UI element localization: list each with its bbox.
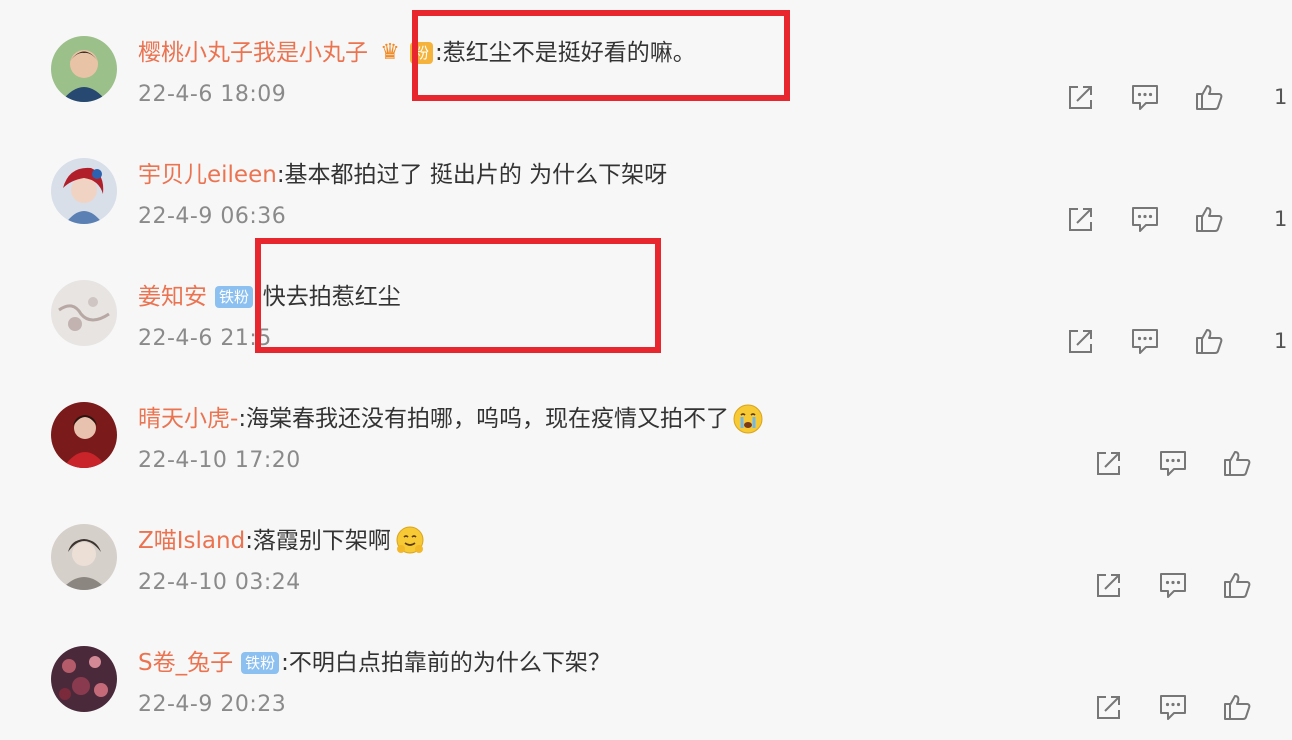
username-link[interactable]: 宇贝儿eileen <box>138 158 277 192</box>
username-link[interactable]: S卷_兔子 <box>138 646 233 680</box>
comment-time: 22-4-6 21:5 <box>138 326 272 351</box>
share-icon[interactable] <box>1066 82 1096 112</box>
like-button[interactable]: 1 <box>1194 326 1287 356</box>
like-count: 1 <box>1274 329 1288 353</box>
comment-line: 晴天小虎- :海棠春我还没有拍哪，呜呜，现在疫情又拍不了 <box>138 402 763 436</box>
comment-actions: 1 <box>1066 204 1287 234</box>
comment-text: :海棠春我还没有拍哪，呜呜，现在疫情又拍不了 <box>238 406 730 432</box>
like-count: 1 <box>1274 85 1288 109</box>
username-link[interactable]: 姜知安 <box>138 280 207 314</box>
comment-actions: 1 <box>1066 326 1287 356</box>
highlight-box <box>255 238 661 353</box>
comment-icon[interactable] <box>1158 448 1188 478</box>
thumbs-up-icon[interactable] <box>1194 204 1224 234</box>
username-link[interactable]: 晴天小虎- <box>138 402 238 436</box>
like-button[interactable]: 1 <box>1194 82 1287 112</box>
crown-icon: ♛ <box>380 40 400 65</box>
avatar[interactable] <box>51 524 117 590</box>
comment-icon[interactable] <box>1130 82 1160 112</box>
like-count: 1 <box>1274 207 1288 231</box>
share-icon[interactable] <box>1066 326 1096 356</box>
comment-item: Z喵Island :落霞别下架啊 22-4-10 03:24 <box>0 488 1292 610</box>
share-icon[interactable] <box>1094 570 1124 600</box>
comment-time: 22-4-10 03:24 <box>138 570 301 595</box>
comment-icon[interactable] <box>1130 326 1160 356</box>
hug-emoji-icon <box>396 526 424 554</box>
comment-actions: 1 <box>1066 82 1287 112</box>
like-button[interactable]: 1 <box>1194 204 1287 234</box>
comment-icon[interactable] <box>1130 204 1160 234</box>
fan-badge: 铁粉 <box>241 652 280 674</box>
comment-actions <box>1094 448 1252 478</box>
avatar[interactable] <box>51 158 117 224</box>
comment-line: Z喵Island :落霞别下架啊 <box>138 524 425 558</box>
comment-icon[interactable] <box>1158 692 1188 722</box>
share-icon[interactable] <box>1094 448 1124 478</box>
comment-item: S卷_兔子 铁粉 :不明白点拍靠前的为什么下架？ 22-4-9 20:23 <box>0 610 1292 732</box>
comment-text: :不明白点拍靠前的为什么下架？ <box>281 650 611 676</box>
highlight-box <box>412 10 790 101</box>
comment-time: 22-4-6 18:09 <box>138 82 287 107</box>
username-link[interactable]: Z喵Island <box>138 524 245 558</box>
thumbs-up-icon[interactable] <box>1194 326 1224 356</box>
username-link[interactable]: 樱桃小丸子我是小丸子 <box>138 36 368 70</box>
share-icon[interactable] <box>1094 692 1124 722</box>
comment-actions <box>1094 692 1252 722</box>
avatar[interactable] <box>51 646 117 712</box>
comment-line: 宇贝儿eileen :基本都拍过了 挺出片的 为什么下架呀 <box>138 158 667 192</box>
comment-line: S卷_兔子 铁粉 :不明白点拍靠前的为什么下架？ <box>138 646 611 680</box>
thumbs-up-icon[interactable] <box>1222 570 1252 600</box>
avatar[interactable] <box>51 402 117 468</box>
share-icon[interactable] <box>1066 204 1096 234</box>
thumbs-up-icon[interactable] <box>1222 448 1252 478</box>
avatar[interactable] <box>51 36 117 102</box>
comment-text: :落霞别下架啊 <box>245 528 391 554</box>
comment-actions <box>1094 570 1252 600</box>
comment-item: 晴天小虎- :海棠春我还没有拍哪，呜呜，现在疫情又拍不了 22-4-10 17:… <box>0 366 1292 488</box>
thumbs-up-icon[interactable] <box>1222 692 1252 722</box>
comment-time: 22-4-9 06:36 <box>138 204 287 229</box>
thumbs-up-icon[interactable] <box>1194 82 1224 112</box>
comment-text: :基本都拍过了 挺出片的 为什么下架呀 <box>276 162 668 188</box>
comment-icon[interactable] <box>1158 570 1188 600</box>
comment-item: 宇贝儿eileen :基本都拍过了 挺出片的 为什么下架呀 22-4-9 06:… <box>0 122 1292 244</box>
comment-time: 22-4-10 17:20 <box>138 448 301 473</box>
avatar[interactable] <box>51 280 117 346</box>
crying-emoji-icon <box>733 404 763 434</box>
comment-time: 22-4-9 20:23 <box>138 692 287 717</box>
fan-badge: 铁粉 <box>215 286 254 308</box>
